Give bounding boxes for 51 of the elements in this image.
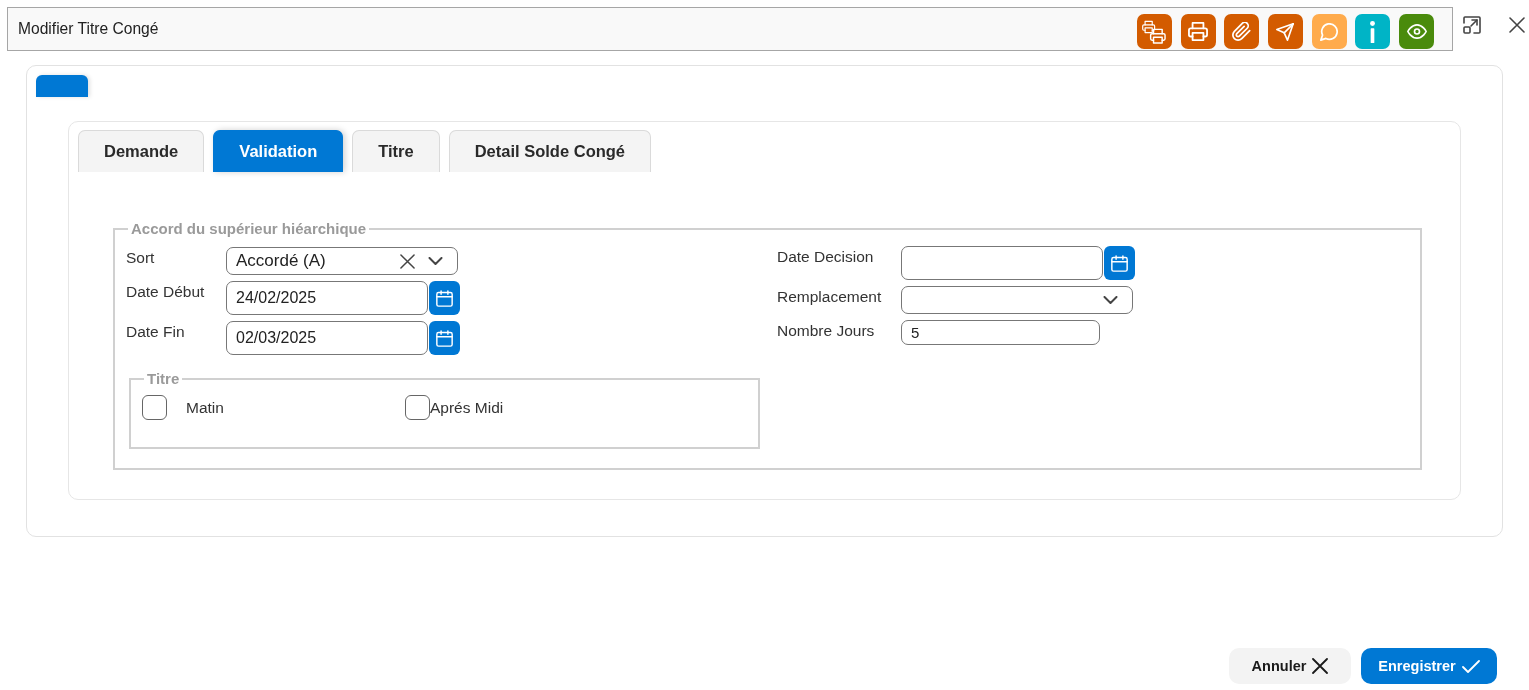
expand-icon[interactable]	[1463, 16, 1481, 34]
tab[interactable]: Validation	[213, 130, 344, 172]
save-button[interactable]: Enregistrer	[1361, 648, 1497, 684]
printer-icon	[1188, 22, 1209, 41]
calendar-icon	[1111, 254, 1128, 272]
date-field[interactable]: 02/03/2025	[226, 321, 428, 355]
chevron-down-icon[interactable]	[1103, 296, 1118, 304]
window-title: Modifier Titre Congé	[18, 19, 159, 38]
group-legend: Titre	[144, 371, 183, 387]
field-label: Sort	[126, 248, 156, 268]
calendar-icon	[436, 329, 453, 347]
printers-icon	[1142, 19, 1167, 44]
paper-plane-icon	[1276, 22, 1295, 41]
cancel-button[interactable]: Annuler	[1229, 648, 1351, 684]
info-button[interactable]	[1355, 14, 1391, 49]
select-field[interactable]: Accordé (A)	[226, 247, 458, 275]
calendar-icon	[436, 289, 453, 307]
field-label: Remplacement	[777, 287, 883, 307]
date-field[interactable]	[901, 246, 1103, 280]
batch-print-button[interactable]	[1136, 14, 1172, 49]
field-label: Nombre Jours	[777, 321, 876, 341]
calendar-button[interactable]	[1104, 246, 1135, 280]
field-label: Date Decision	[777, 247, 875, 267]
checkbox[interactable]	[142, 395, 167, 420]
info-icon	[1370, 20, 1376, 43]
checkbox-label: Aprés Midi	[430, 397, 504, 418]
check-icon	[1461, 659, 1480, 673]
section-legend: Accord du supérieur hiéarchique	[128, 221, 370, 237]
calendar-button[interactable]	[429, 281, 460, 315]
tab[interactable]: Demande	[78, 130, 205, 172]
date-field[interactable]: 24/02/2025	[226, 281, 428, 315]
paperclip-icon	[1232, 22, 1252, 41]
attach-button[interactable]	[1224, 14, 1260, 49]
print-button[interactable]	[1180, 14, 1216, 49]
cross-icon	[1312, 658, 1329, 674]
speech-bubble-icon	[1320, 22, 1339, 41]
checkbox-label: Matin	[186, 397, 224, 418]
field-label: Date Début	[126, 282, 206, 302]
checkbox[interactable]	[405, 395, 430, 420]
tab[interactable]: Titre	[352, 130, 440, 172]
send-button[interactable]	[1267, 14, 1303, 49]
view-button[interactable]	[1399, 14, 1434, 49]
chevron-down-icon[interactable]	[428, 257, 443, 265]
clear-icon[interactable]	[400, 253, 415, 269]
number-field[interactable]: 5	[901, 320, 1100, 345]
calendar-button[interactable]	[429, 321, 460, 355]
field-label: Date Fin	[126, 322, 186, 342]
tab[interactable]: Detail Solde Congé	[448, 130, 652, 172]
close-icon[interactable]	[1509, 17, 1525, 33]
eye-icon	[1406, 24, 1427, 39]
select-field[interactable]	[901, 286, 1133, 314]
